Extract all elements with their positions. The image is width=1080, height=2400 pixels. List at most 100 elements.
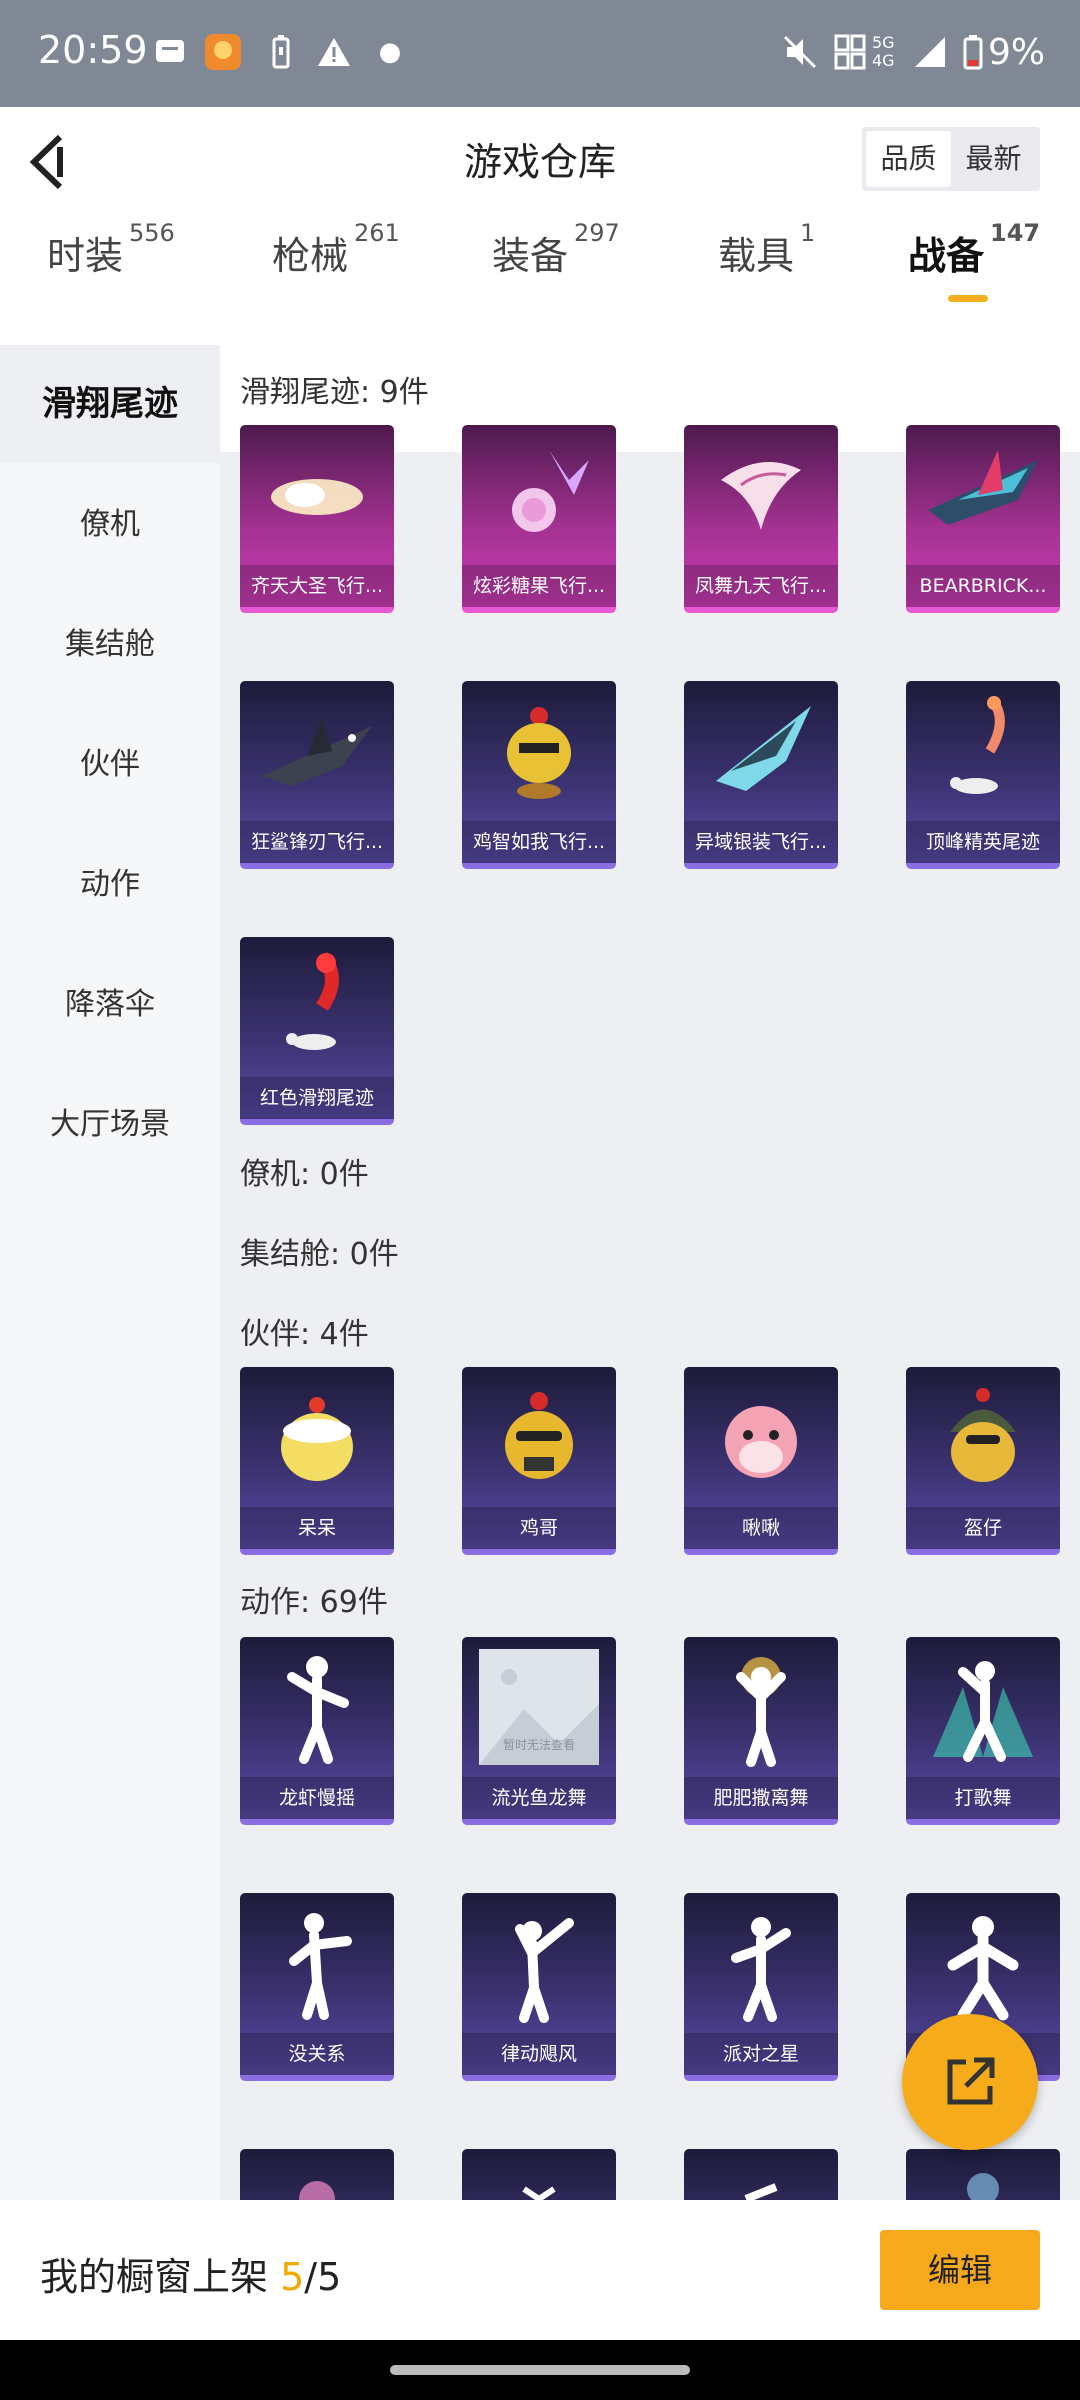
showcase-current-count: 5	[280, 2255, 305, 2299]
item-card[interactable]: 律动飓风	[462, 1893, 616, 2081]
showcase-status: 我的橱窗上架 5/5	[40, 2246, 341, 2301]
clock: 20:59	[38, 28, 148, 72]
item-card[interactable]	[684, 2149, 838, 2200]
item-card[interactable]: 暂时无法查看 流光鱼龙舞	[462, 1637, 616, 1825]
item-card[interactable]: 派对之星	[684, 1893, 838, 2081]
sidebar-item-glide-trail[interactable]: 滑翔尾迹	[0, 345, 220, 463]
dancer-icon	[906, 1893, 1060, 2033]
section-heading-emote: 动作: 69件	[240, 1585, 388, 1620]
tab-count: 1	[800, 219, 816, 247]
dancer-icon	[906, 2149, 1060, 2200]
image-placeholder: 暂时无法查看	[462, 1637, 616, 1777]
partner-kuizai-icon	[906, 1367, 1060, 1507]
showcase-bar: 我的橱窗上架 5/5 编辑	[0, 2200, 1080, 2340]
tab-count: 297	[574, 219, 620, 247]
tab-fashion[interactable]: 时装556	[47, 219, 175, 280]
warning-icon	[314, 30, 354, 74]
message-icon	[152, 30, 188, 74]
dancer-icon	[684, 1637, 838, 1777]
tab-guns[interactable]: 枪械261	[272, 219, 400, 280]
status-bar: 20:59 ● 5G 4G 9%	[0, 0, 1080, 107]
item-name: 凤舞九天飞行...	[684, 565, 838, 607]
item-card[interactable]: 鸡智如我飞行...	[462, 681, 616, 869]
placeholder-text: 暂时无法查看	[502, 1738, 575, 1752]
sidebar-item-capsule[interactable]: 集结舱	[0, 585, 220, 705]
system-nav-bar	[0, 2340, 1080, 2400]
phoenix-glider-icon	[684, 425, 838, 565]
sort-quality-button[interactable]: 品质	[866, 131, 951, 187]
dancer-icon	[462, 1893, 616, 2033]
item-card[interactable]: 呆呆	[240, 1367, 394, 1555]
item-card[interactable]: 啾啾	[684, 1367, 838, 1555]
item-name: 盔仔	[906, 1507, 1060, 1549]
dancer-icon	[240, 1893, 394, 2033]
signal-icon	[912, 30, 948, 74]
home-gesture-handle[interactable]	[390, 2365, 690, 2375]
partner-daidai-icon	[240, 1367, 394, 1507]
item-card[interactable]: 顶峰精英尾迹	[906, 681, 1060, 869]
item-card[interactable]: 凤舞九天飞行...	[684, 425, 838, 613]
item-card[interactable]	[462, 2149, 616, 2200]
dancer-icon	[684, 1893, 838, 2033]
partner-jiujiu-icon	[684, 1367, 838, 1507]
tab-count: 261	[354, 219, 400, 247]
item-card[interactable]: 没关系	[240, 1893, 394, 2081]
shark-glider-icon	[240, 681, 394, 821]
item-name: 齐天大圣飞行...	[240, 565, 394, 607]
item-name: 啾啾	[684, 1507, 838, 1549]
item-name: 龙虾慢摇	[240, 1777, 394, 1819]
item-card[interactable]	[906, 2149, 1060, 2200]
item-card[interactable]: 肥肥撒离舞	[684, 1637, 838, 1825]
dancer-icon	[906, 1637, 1060, 1777]
partner-jige-icon	[462, 1367, 616, 1507]
item-card[interactable]: 红色滑翔尾迹	[240, 937, 394, 1125]
share-button[interactable]	[902, 2014, 1038, 2150]
item-card[interactable]: 鸡哥	[462, 1367, 616, 1555]
showcase-label: 我的橱窗上架	[40, 2255, 281, 2299]
sidebar-item-emote[interactable]: 动作	[0, 825, 220, 945]
item-name: 没关系	[240, 2033, 394, 2075]
sidebar-item-partner[interactable]: 伙伴	[0, 705, 220, 825]
sort-newest-button[interactable]: 最新	[951, 131, 1036, 187]
tab-gear[interactable]: 装备297	[492, 219, 620, 280]
image-unavailable-icon: 暂时无法查看	[479, 1649, 599, 1765]
dot-icon: ●	[378, 37, 402, 67]
showcase-total: /5	[304, 2255, 342, 2299]
section-heading-partner: 伙伴: 4件	[240, 1317, 369, 1352]
item-name: 顶峰精英尾迹	[906, 821, 1060, 863]
network-type: 5G 4G	[872, 33, 895, 70]
item-card[interactable]: 打歌舞	[906, 1637, 1060, 1825]
item-name: 肥肥撒离舞	[684, 1777, 838, 1819]
edit-button[interactable]: 编辑	[880, 2230, 1040, 2310]
chicken-glider-icon	[462, 681, 616, 821]
sidebar-item-lobby-scene[interactable]: 大厅场景	[0, 1065, 220, 1185]
item-card[interactable]: 异域银装飞行...	[684, 681, 838, 869]
item-card[interactable]	[240, 2149, 394, 2200]
tab-battle-gear[interactable]: 战备147	[908, 219, 1040, 302]
item-grid: 滑翔尾迹: 9件 齐天大圣飞行... 炫彩糖果飞行... 凤舞九天飞行... B…	[220, 345, 1080, 2200]
dancer-icon	[240, 1637, 394, 1777]
item-card[interactable]: 龙虾慢摇	[240, 1637, 394, 1825]
item-name: 打歌舞	[906, 1777, 1060, 1819]
dancer-icon	[462, 2149, 616, 2200]
sidebar-item-parachute[interactable]: 降落伞	[0, 945, 220, 1065]
item-card[interactable]: 齐天大圣飞行...	[240, 425, 394, 613]
item-card[interactable]: BEARBRICK...	[906, 425, 1060, 613]
item-card[interactable]: 盔仔	[906, 1367, 1060, 1555]
section-heading-wingman: 僚机: 0件	[240, 1157, 369, 1192]
mute-icon	[780, 30, 820, 74]
battery-percent: 9%	[988, 31, 1046, 73]
section-heading-glide-trail: 滑翔尾迹: 9件	[240, 375, 429, 410]
sidebar-item-wingman[interactable]: 僚机	[0, 465, 220, 585]
external-link-icon	[947, 2057, 995, 2105]
item-card[interactable]: 炫彩糖果飞行...	[462, 425, 616, 613]
battery-icon	[960, 30, 986, 74]
tab-vehicles[interactable]: 载具1	[718, 219, 815, 280]
item-card[interactable]: 狂鲨锋刃飞行...	[240, 681, 394, 869]
item-name: 律动飓风	[462, 2033, 616, 2075]
tab-count: 556	[129, 219, 175, 247]
sort-toggle: 品质 最新	[862, 127, 1040, 191]
candy-glider-icon	[462, 425, 616, 565]
exotic-glider-icon	[684, 681, 838, 821]
item-name: 炫彩糖果飞行...	[462, 565, 616, 607]
